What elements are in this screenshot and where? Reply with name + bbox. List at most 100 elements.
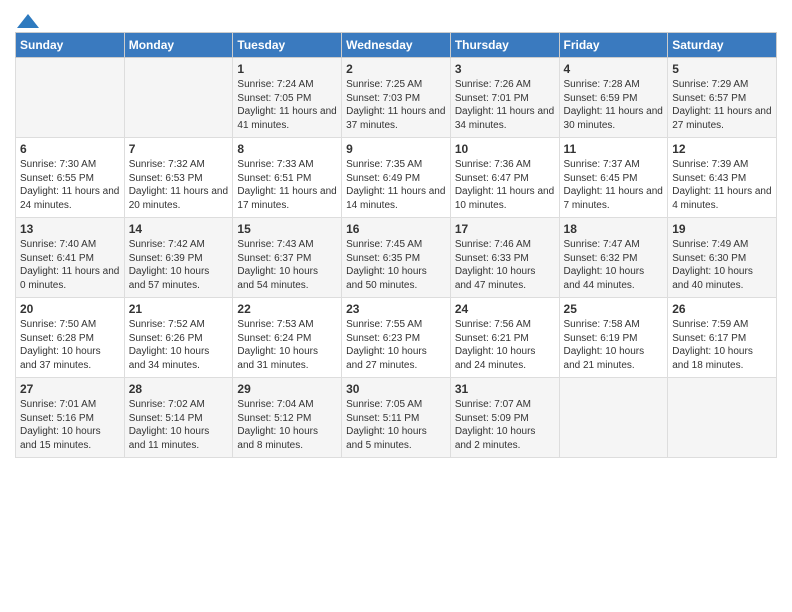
day-number: 4 [564,62,664,76]
day-info: Sunrise: 7:46 AM Sunset: 6:33 PM Dayligh… [455,238,555,292]
calendar-cell: 11 Sunrise: 7:37 AM Sunset: 6:45 PM Dayli… [559,138,668,218]
calendar-cell: 8 Sunrise: 7:33 AM Sunset: 6:51 PM Daylig… [233,138,342,218]
weekday-header-friday: Friday [559,33,668,58]
calendar-week-5: 27 Sunrise: 7:01 AM Sunset: 5:16 PM Dayli… [16,378,777,458]
logo-flag-icon [17,14,39,28]
day-info: Sunrise: 7:43 AM Sunset: 6:37 PM Dayligh… [237,238,337,292]
day-info: Sunrise: 7:33 AM Sunset: 6:51 PM Dayligh… [237,158,337,212]
calendar-cell: 2Sunrise: 7:25 AM Sunset: 7:03 PM Daylig… [342,58,451,138]
day-info: Sunrise: 7:05 AM Sunset: 5:11 PM Dayligh… [346,398,446,452]
calendar-cell: 14Sunrise: 7:42 AM Sunset: 6:39 PM Dayli… [124,218,233,298]
day-number: 28 [129,382,229,396]
day-info: Sunrise: 7:56 AM Sunset: 6:21 PM Dayligh… [455,318,555,372]
calendar-table: SundayMondayTuesdayWednesdayThursdayFrid… [15,32,777,458]
calendar-week-4: 20 Sunrise: 7:50 AM Sunset: 6:28 PM Dayli… [16,298,777,378]
day-number: 19 [672,222,772,236]
day-number: 22 [237,302,337,316]
day-number: 8 [237,142,337,156]
day-info: Sunrise: 7:29 AM Sunset: 6:57 PM Dayligh… [672,78,772,132]
calendar-cell: 17 Sunrise: 7:46 AM Sunset: 6:33 PM Dayli… [450,218,559,298]
weekday-header-sunday: Sunday [16,33,125,58]
day-number: 31 [455,382,555,396]
calendar-header: SundayMondayTuesdayWednesdayThursdayFrid… [16,33,777,58]
day-number: 11 [564,142,664,156]
day-info: Sunrise: 7:52 AM Sunset: 6:26 PM Dayligh… [129,318,229,372]
day-info: Sunrise: 7:28 AM Sunset: 6:59 PM Dayligh… [564,78,664,132]
day-info: Sunrise: 7:58 AM Sunset: 6:19 PM Dayligh… [564,318,664,372]
calendar-cell: 1Sunrise: 7:24 AM Sunset: 7:05 PM Daylig… [233,58,342,138]
calendar-cell: 31 Sunrise: 7:07 AM Sunset: 5:09 PM Dayli… [450,378,559,458]
weekday-header-thursday: Thursday [450,33,559,58]
logo [15,14,39,28]
calendar-cell [668,378,777,458]
day-number: 26 [672,302,772,316]
day-info: Sunrise: 7:39 AM Sunset: 6:43 PM Dayligh… [672,158,772,212]
calendar-cell: 29Sunrise: 7:04 AM Sunset: 5:12 PM Dayli… [233,378,342,458]
calendar-cell [559,378,668,458]
day-number: 20 [20,302,120,316]
day-number: 15 [237,222,337,236]
day-number: 12 [672,142,772,156]
day-info: Sunrise: 7:37 AM Sunset: 6:45 PM Dayligh… [564,158,664,212]
calendar-cell: 4 Sunrise: 7:28 AM Sunset: 6:59 PM Daylig… [559,58,668,138]
day-info: Sunrise: 7:36 AM Sunset: 6:47 PM Dayligh… [455,158,555,212]
calendar-cell: 25Sunrise: 7:58 AM Sunset: 6:19 PM Dayli… [559,298,668,378]
day-number: 17 [455,222,555,236]
day-number: 6 [20,142,120,156]
calendar-cell: 13 Sunrise: 7:40 AM Sunset: 6:41 PM Dayli… [16,218,125,298]
weekday-header-saturday: Saturday [668,33,777,58]
day-info: Sunrise: 7:53 AM Sunset: 6:24 PM Dayligh… [237,318,337,372]
day-number: 18 [564,222,664,236]
day-info: Sunrise: 7:42 AM Sunset: 6:39 PM Dayligh… [129,238,229,292]
day-info: Sunrise: 7:25 AM Sunset: 7:03 PM Dayligh… [346,78,446,132]
weekday-header-tuesday: Tuesday [233,33,342,58]
calendar-cell: 10 Sunrise: 7:36 AM Sunset: 6:47 PM Dayli… [450,138,559,218]
day-info: Sunrise: 7:40 AM Sunset: 6:41 PM Dayligh… [20,238,120,292]
weekday-header-wednesday: Wednesday [342,33,451,58]
day-info: Sunrise: 7:30 AM Sunset: 6:55 PM Dayligh… [20,158,120,212]
calendar-cell: 16 Sunrise: 7:45 AM Sunset: 6:35 PM Dayli… [342,218,451,298]
day-number: 16 [346,222,446,236]
day-info: Sunrise: 7:26 AM Sunset: 7:01 PM Dayligh… [455,78,555,132]
day-number: 27 [20,382,120,396]
day-number: 30 [346,382,446,396]
day-number: 5 [672,62,772,76]
calendar-cell: 12 Sunrise: 7:39 AM Sunset: 6:43 PM Dayli… [668,138,777,218]
day-number: 10 [455,142,555,156]
calendar-body: 1Sunrise: 7:24 AM Sunset: 7:05 PM Daylig… [16,58,777,458]
calendar-cell: 28 Sunrise: 7:02 AM Sunset: 5:14 PM Dayli… [124,378,233,458]
weekday-header-row: SundayMondayTuesdayWednesdayThursdayFrid… [16,33,777,58]
calendar-cell: 27 Sunrise: 7:01 AM Sunset: 5:16 PM Dayli… [16,378,125,458]
calendar-cell: 18 Sunrise: 7:47 AM Sunset: 6:32 PM Dayli… [559,218,668,298]
calendar-cell: 22 Sunrise: 7:53 AM Sunset: 6:24 PM Dayli… [233,298,342,378]
day-number: 7 [129,142,229,156]
day-number: 9 [346,142,446,156]
day-number: 21 [129,302,229,316]
calendar-cell: 24Sunrise: 7:56 AM Sunset: 6:21 PM Dayli… [450,298,559,378]
page-header [15,10,777,28]
day-info: Sunrise: 7:07 AM Sunset: 5:09 PM Dayligh… [455,398,555,452]
calendar-week-1: 1Sunrise: 7:24 AM Sunset: 7:05 PM Daylig… [16,58,777,138]
day-number: 13 [20,222,120,236]
day-info: Sunrise: 7:45 AM Sunset: 6:35 PM Dayligh… [346,238,446,292]
calendar-cell: 6 Sunrise: 7:30 AM Sunset: 6:55 PM Daylig… [16,138,125,218]
day-info: Sunrise: 7:32 AM Sunset: 6:53 PM Dayligh… [129,158,229,212]
calendar-cell: 19 Sunrise: 7:49 AM Sunset: 6:30 PM Dayli… [668,218,777,298]
calendar-week-3: 13 Sunrise: 7:40 AM Sunset: 6:41 PM Dayli… [16,218,777,298]
calendar-cell: 3Sunrise: 7:26 AM Sunset: 7:01 PM Daylig… [450,58,559,138]
day-info: Sunrise: 7:49 AM Sunset: 6:30 PM Dayligh… [672,238,772,292]
day-info: Sunrise: 7:01 AM Sunset: 5:16 PM Dayligh… [20,398,120,452]
calendar-cell: 21 Sunrise: 7:52 AM Sunset: 6:26 PM Dayli… [124,298,233,378]
calendar-cell: 15 Sunrise: 7:43 AM Sunset: 6:37 PM Dayli… [233,218,342,298]
day-info: Sunrise: 7:47 AM Sunset: 6:32 PM Dayligh… [564,238,664,292]
calendar-cell [16,58,125,138]
day-number: 23 [346,302,446,316]
day-number: 1 [237,62,337,76]
calendar-week-2: 6 Sunrise: 7:30 AM Sunset: 6:55 PM Daylig… [16,138,777,218]
day-info: Sunrise: 7:02 AM Sunset: 5:14 PM Dayligh… [129,398,229,452]
day-info: Sunrise: 7:50 AM Sunset: 6:28 PM Dayligh… [20,318,120,372]
calendar-cell: 7 Sunrise: 7:32 AM Sunset: 6:53 PM Daylig… [124,138,233,218]
calendar-cell: 26Sunrise: 7:59 AM Sunset: 6:17 PM Dayli… [668,298,777,378]
weekday-header-monday: Monday [124,33,233,58]
calendar-cell: 20 Sunrise: 7:50 AM Sunset: 6:28 PM Dayli… [16,298,125,378]
